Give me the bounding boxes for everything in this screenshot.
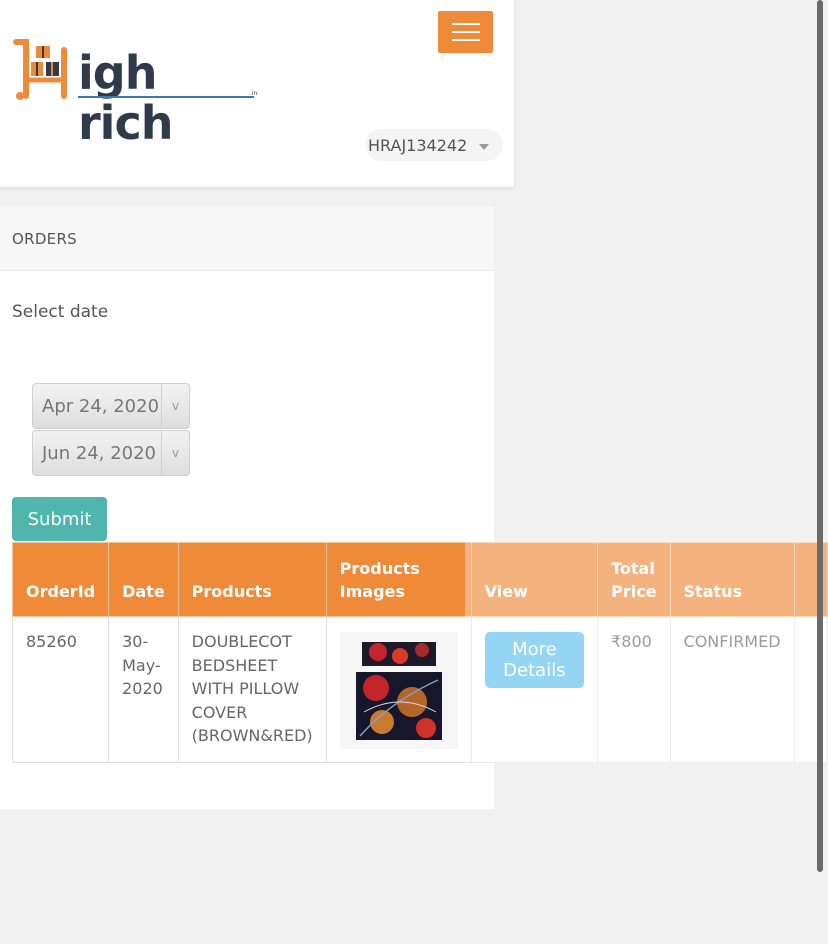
from-date-value: Apr 24, 2020 [42, 395, 160, 417]
header-orderid: OrderId [11, 542, 110, 617]
header-total-price: Total Price [597, 542, 671, 617]
cell-product-image [325, 616, 472, 763]
select-date-label: Select date [12, 302, 109, 322]
header-status: Status [669, 542, 796, 617]
from-date-select[interactable]: Apr 24, 2020 v [32, 383, 190, 429]
chevron-down-icon: v [161, 384, 189, 428]
cell-date: 30-May-2020 [108, 616, 179, 763]
table-header-row: OrderId Date Products Products Images Vi… [11, 542, 828, 617]
bedsheet-image-icon [355, 642, 442, 740]
chevron-down-icon: v [161, 431, 189, 475]
header-products: Products [177, 542, 327, 617]
logo-domain-suffix: .in [250, 90, 258, 97]
header-view: View [470, 542, 599, 617]
cart-logo-icon [13, 39, 67, 100]
logo-underline [78, 96, 254, 98]
submit-button[interactable]: Submit [12, 497, 107, 541]
panel-heading: ORDERS [0, 207, 494, 271]
header-product-images: Products Images [325, 542, 472, 617]
to-date-value: Jun 24, 2020 [42, 442, 157, 464]
cell-status: CONFIRMED [669, 616, 796, 763]
site-header: igh rich .in HRAJ134242 [0, 0, 514, 187]
username-label: HRAJ134242 [368, 135, 468, 155]
logo[interactable]: igh rich .in [12, 36, 262, 148]
more-details-button[interactable]: More Details [484, 632, 585, 688]
cell-product: DOUBLECOT BEDSHEET WITH PILLOW COVER (BR… [177, 616, 327, 763]
cell-total-price: ₹800 [597, 616, 671, 763]
table-row: 85260 30-May-2020 DOUBLECOT BEDSHEET WIT… [11, 616, 828, 763]
logo-wordmark: igh rich [78, 46, 173, 150]
menu-bar-icon [451, 39, 480, 41]
vertical-scrollbar[interactable] [817, 0, 823, 872]
user-account-dropdown[interactable]: HRAJ134242 [365, 129, 504, 161]
product-image[interactable] [339, 632, 458, 749]
orders-table: OrderId Date Products Products Images Vi… [11, 542, 828, 763]
menu-bar-icon [451, 23, 480, 25]
menu-bar-icon [451, 31, 480, 33]
header-date: Date [108, 542, 179, 617]
to-date-select[interactable]: Jun 24, 2020 v [32, 430, 190, 476]
caret-down-icon [479, 143, 490, 150]
cell-view: More Details [470, 616, 599, 763]
cell-orderid: 85260 [11, 616, 110, 763]
hamburger-menu-button[interactable] [438, 11, 493, 53]
panel-title: ORDERS [12, 229, 78, 248]
